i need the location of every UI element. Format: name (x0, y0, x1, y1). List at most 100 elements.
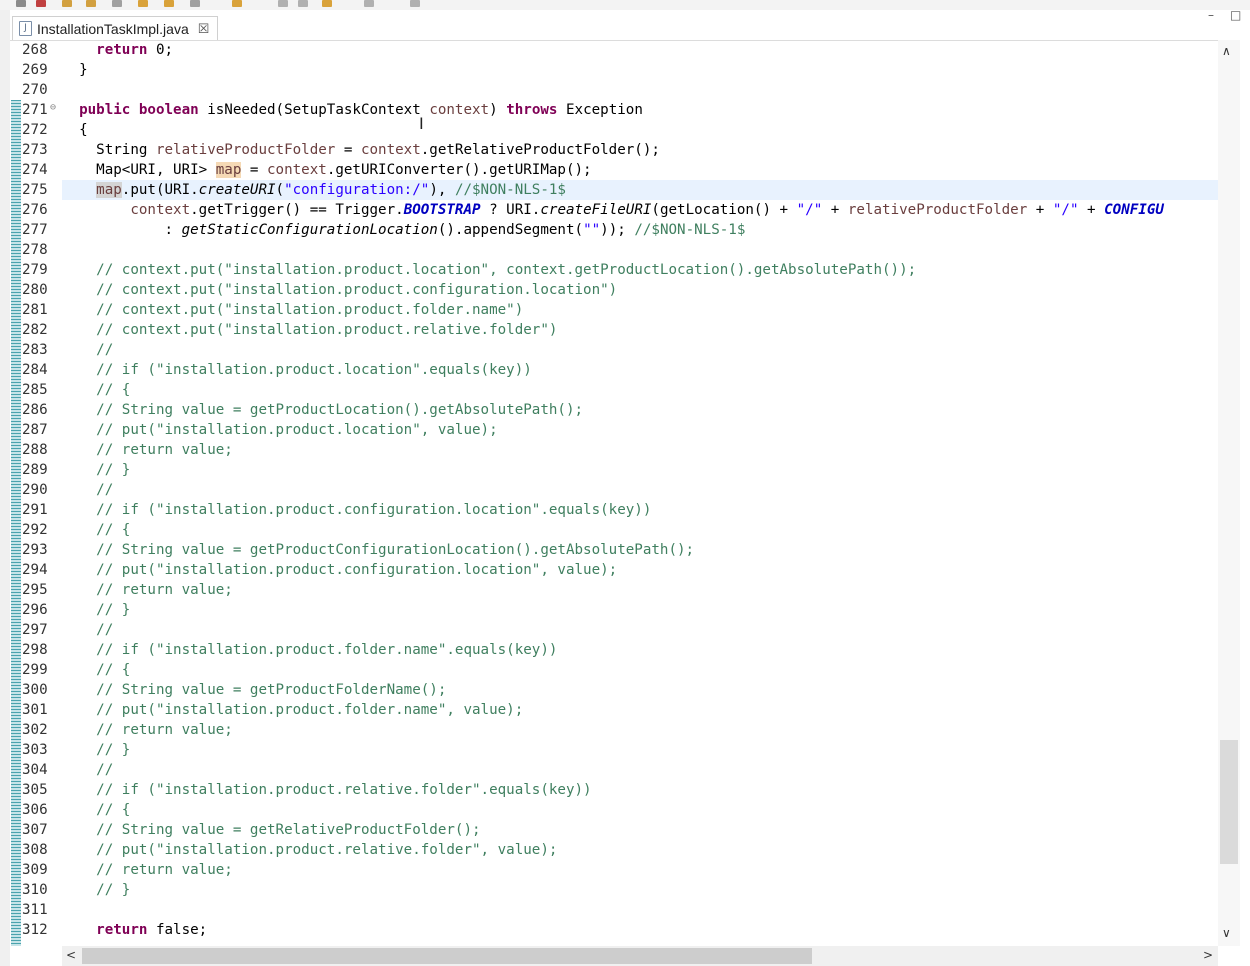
tab-title: InstallationTaskImpl.java (37, 20, 189, 37)
line-number: 289 (22, 462, 48, 478)
code-line-279: // context.put("installation.product.loc… (96, 262, 917, 278)
line-number: 275 (22, 182, 48, 198)
code-line-272: { (79, 122, 88, 138)
line-number-ruler: 268 269 270 271 272 273 274 275 276 277 278 279 280 2… (10, 40, 54, 946)
code-line-312: return false; (96, 922, 208, 938)
code-line-286: // String value = getProductLocation().g… (96, 402, 584, 418)
line-number: 274 (22, 162, 48, 178)
line-number: 270 (22, 82, 48, 98)
line-number: 287 (22, 422, 48, 438)
line-number: 297 (22, 622, 48, 638)
line-number: 301 (22, 702, 48, 718)
line-number: 304 (22, 762, 48, 778)
scroll-up-icon[interactable]: ∧ (1222, 44, 1231, 58)
code-line-273: String relativeProductFolder = context.g… (96, 142, 660, 158)
code-line-301: // put("installation.product.folder.name… (96, 702, 524, 718)
code-line-271: public boolean isNeeded(SetupTaskContext… (79, 102, 643, 118)
step-icon[interactable] (112, 0, 122, 7)
code-editor[interactable]: 268 269 270 271 272 273 274 275 276 277 278 279 280 2… (10, 40, 1218, 946)
vertical-scroll-thumb[interactable] (1220, 740, 1238, 864)
line-number: 292 (22, 522, 48, 538)
line-number: 276 (22, 202, 48, 218)
line-number: 269 (22, 62, 48, 78)
minimize-icon[interactable]: – (1208, 8, 1214, 22)
code-line-305: // if ("installation.product.relative.fo… (96, 782, 592, 798)
line-number: 305 (22, 782, 48, 798)
code-line-298: // if ("installation.product.folder.name… (96, 642, 558, 658)
horizontal-scrollbar[interactable] (62, 946, 1218, 966)
code-line-288: // return value; (96, 442, 233, 458)
code-line-277: : getStaticConfigurationLocation().appen… (164, 222, 746, 238)
code-line-297: // (96, 622, 114, 638)
line-number: 296 (22, 602, 48, 618)
scroll-right-icon[interactable]: > (1203, 948, 1213, 962)
close-tab-icon[interactable]: ☒ (198, 21, 210, 37)
code-line-292: // { (96, 522, 131, 538)
run-icon[interactable] (86, 0, 96, 7)
line-number: 309 (22, 862, 48, 878)
overview-ruler[interactable] (1240, 40, 1250, 946)
scroll-down-icon[interactable]: ∨ (1222, 926, 1231, 940)
code-line-302: // return value; (96, 722, 233, 738)
line-number: 288 (22, 442, 48, 458)
line-number: 281 (22, 302, 48, 318)
line-number: 311 (22, 902, 48, 918)
line-number: 284 (22, 362, 48, 378)
code-line-284: // if ("installation.product.location".e… (96, 362, 532, 378)
code-line-310: // } (96, 882, 131, 898)
annotation-icon[interactable] (190, 0, 200, 7)
fold-collapse-icon[interactable]: ⊖ (50, 102, 56, 113)
line-number: 302 (22, 722, 48, 738)
code-line-296: // } (96, 602, 131, 618)
line-number: 308 (22, 842, 48, 858)
code-line-309: // return value; (96, 862, 233, 878)
code-line-294: // put("installation.product.configurati… (96, 562, 618, 578)
line-number: 278 (22, 242, 48, 258)
line-number: 306 (22, 802, 48, 818)
line-number: 290 (22, 482, 48, 498)
code-line-268: return 0; (96, 42, 174, 58)
maximize-icon[interactable]: □ (1230, 8, 1241, 22)
code-line-295: // return value; (96, 582, 233, 598)
line-number: 277 (22, 222, 48, 238)
vertical-scrollbar[interactable]: ∧ ∨ (1218, 40, 1240, 946)
line-number: 303 (22, 742, 48, 758)
line-number: 300 (22, 682, 48, 698)
line-number: 280 (22, 282, 48, 298)
line-number: 295 (22, 582, 48, 598)
line-number: 291 (22, 502, 48, 518)
code-line-304: // (96, 762, 114, 778)
open-type-icon[interactable] (164, 0, 174, 7)
next-annotation-icon[interactable] (232, 0, 242, 7)
line-number: 286 (22, 402, 48, 418)
horizontal-scroll-thumb[interactable] (82, 948, 812, 964)
stop-icon[interactable] (36, 0, 46, 7)
code-line-307: // String value = getRelativeProductFold… (96, 822, 481, 838)
back-icon[interactable] (278, 0, 288, 7)
left-trim (0, 10, 10, 966)
code-line-287: // put("installation.product.location", … (96, 422, 498, 438)
last-edit-icon[interactable] (322, 0, 332, 7)
code-line-281: // context.put("installation.product.fol… (96, 302, 524, 318)
line-number: 299 (22, 662, 48, 678)
forward-icon[interactable] (298, 0, 308, 7)
code-line-280: // context.put("installation.product.con… (96, 282, 618, 298)
line-number: 312 (22, 922, 48, 938)
search-icon[interactable] (138, 0, 148, 7)
code-line-290: // (96, 482, 114, 498)
editor-tab[interactable]: J InstallationTaskImpl.java ☒ (12, 16, 219, 40)
save-icon[interactable] (16, 0, 26, 7)
code-line-306: // { (96, 802, 131, 818)
code-line-276: context.getTrigger() == Trigger.BOOTSTRA… (130, 202, 1164, 218)
line-number: 283 (22, 342, 48, 358)
pin-editor-icon[interactable] (410, 0, 420, 7)
scroll-left-icon[interactable]: < (66, 948, 76, 962)
code-line-282: // context.put("installation.product.rel… (96, 322, 558, 338)
nav-forward-icon[interactable] (364, 0, 374, 7)
line-number: 272 (22, 122, 48, 138)
code-line-285: // { (96, 382, 131, 398)
debug-icon[interactable] (62, 0, 72, 7)
line-number: 310 (22, 882, 48, 898)
code-line-289: // } (96, 462, 131, 478)
code-line-269: } (79, 62, 88, 78)
